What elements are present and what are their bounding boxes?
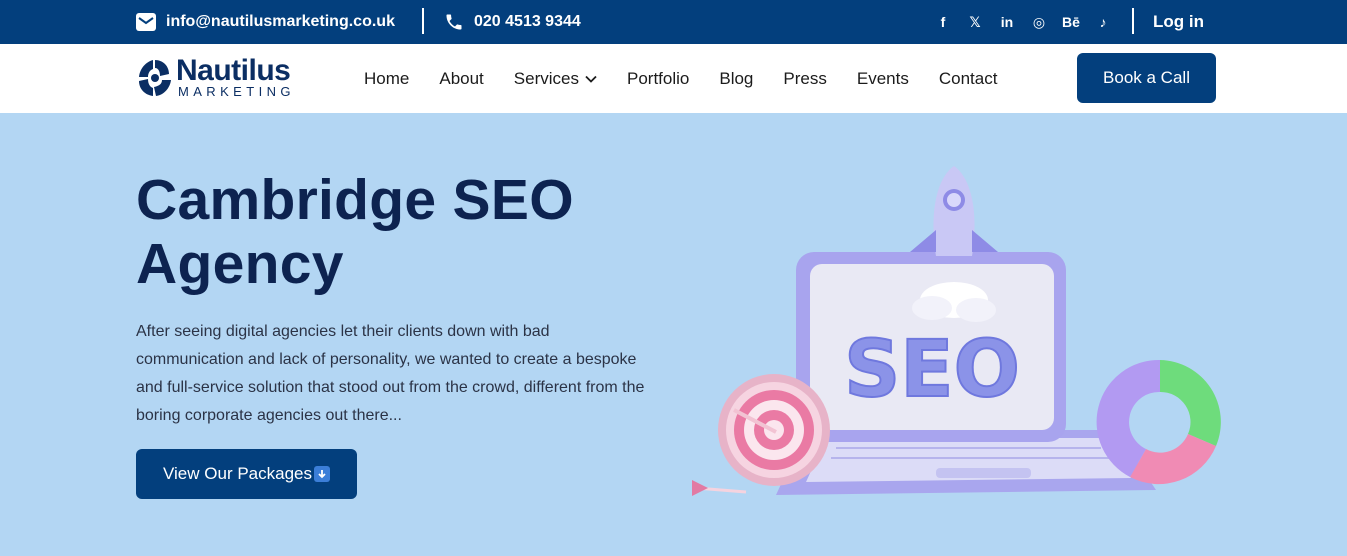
- social-links: f 𝕏 in ◎ Bē ♪: [934, 0, 1112, 44]
- divider: [1132, 8, 1134, 34]
- nav-home[interactable]: Home: [364, 69, 409, 89]
- phone-text: 020 4513 9344: [474, 13, 581, 30]
- nav-services[interactable]: Services: [514, 69, 597, 89]
- linkedin-icon[interactable]: in: [998, 13, 1016, 31]
- hero-description: After seeing digital agencies let their …: [136, 323, 645, 424]
- login-link[interactable]: Log in: [1153, 0, 1204, 44]
- email-link[interactable]: info@nautilusmarketing.co.uk: [136, 0, 395, 44]
- nav-events[interactable]: Events: [857, 69, 909, 89]
- nautilus-logo-icon: [136, 56, 174, 100]
- hero-title: Cambridge SEO Agency: [136, 168, 574, 296]
- view-packages-button[interactable]: View Our Packages: [136, 449, 357, 499]
- seo-laptop-illustration: SEO: [686, 160, 1226, 510]
- nav-contact[interactable]: Contact: [939, 69, 998, 89]
- nav-press[interactable]: Press: [783, 69, 826, 89]
- view-packages-label: View Our Packages: [163, 464, 312, 483]
- behance-icon[interactable]: Bē: [1062, 13, 1080, 31]
- main-navbar: Nautilus MARKETING Home About Services P…: [0, 44, 1347, 113]
- logo-name: Nautilus: [176, 54, 291, 87]
- envelope-icon: [136, 13, 156, 31]
- divider: [422, 8, 424, 34]
- logo[interactable]: Nautilus MARKETING: [136, 56, 295, 100]
- phone-link[interactable]: 020 4513 9344: [444, 0, 581, 44]
- email-text: info@nautilusmarketing.co.uk: [166, 13, 395, 30]
- x-twitter-icon[interactable]: 𝕏: [966, 13, 984, 31]
- instagram-icon[interactable]: ◎: [1030, 13, 1048, 31]
- logo-wordmark: Nautilus MARKETING: [176, 54, 295, 99]
- main-menu: Home About Services Portfolio Blog Press…: [364, 44, 1027, 113]
- book-a-call-button[interactable]: Book a Call: [1077, 53, 1216, 103]
- chevron-down-icon: [585, 75, 597, 83]
- seo-illustration-text: SEO: [844, 325, 1020, 415]
- logo-tagline: MARKETING: [178, 84, 295, 99]
- top-bar: info@nautilusmarketing.co.uk 020 4513 93…: [0, 0, 1347, 44]
- phone-icon: [444, 12, 464, 32]
- facebook-icon[interactable]: f: [934, 13, 952, 31]
- tiktok-icon[interactable]: ♪: [1094, 13, 1112, 31]
- nav-portfolio[interactable]: Portfolio: [627, 69, 689, 89]
- nav-about[interactable]: About: [439, 69, 483, 89]
- down-arrow-icon: [313, 466, 330, 482]
- nav-blog[interactable]: Blog: [719, 69, 753, 89]
- nav-services-label: Services: [513, 68, 579, 88]
